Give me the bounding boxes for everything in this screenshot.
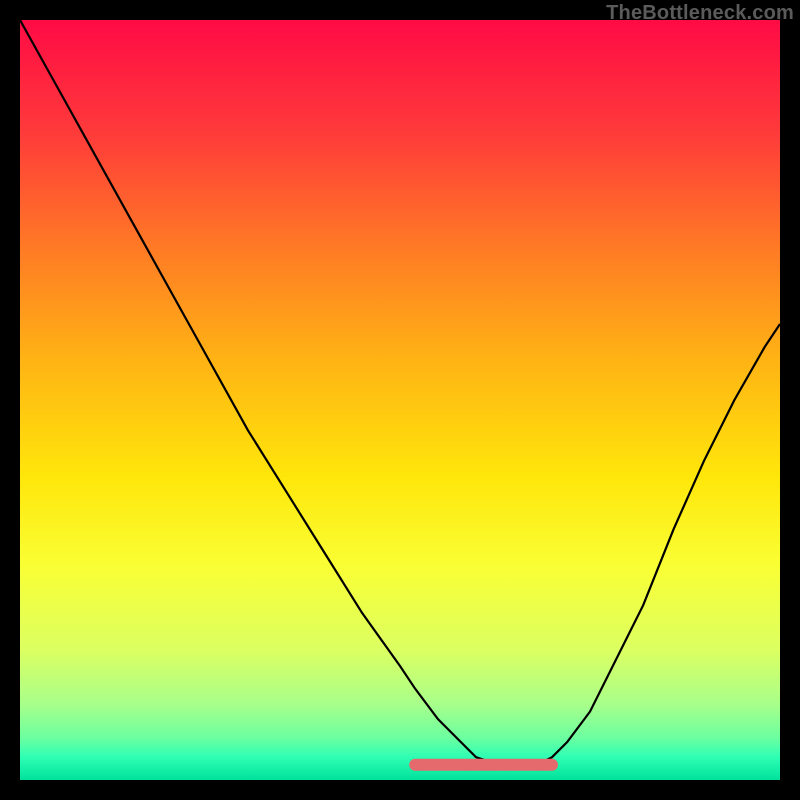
- marker-dot: [425, 760, 435, 770]
- marker-dot: [517, 760, 527, 770]
- chart-frame: TheBottleneck.com: [0, 0, 800, 800]
- marker-dot: [441, 760, 451, 770]
- marker-dot: [471, 760, 481, 770]
- marker-dot: [547, 760, 557, 770]
- marker-band-group: [410, 760, 557, 770]
- marker-dot: [486, 760, 496, 770]
- marker-dot: [501, 760, 511, 770]
- marker-dot: [456, 760, 466, 770]
- marker-dot: [532, 760, 542, 770]
- bottleneck-chart: [20, 20, 780, 780]
- marker-dot: [410, 760, 420, 770]
